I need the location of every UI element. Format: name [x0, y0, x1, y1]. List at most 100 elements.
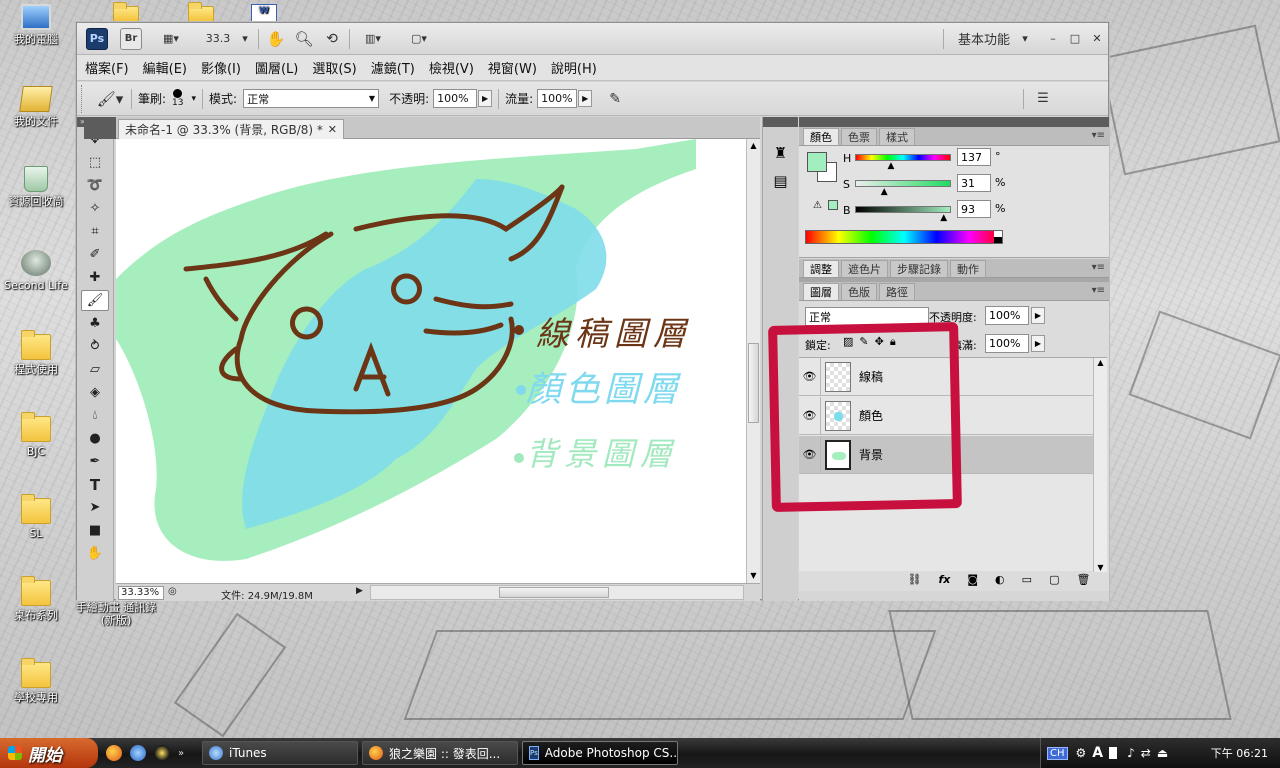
bridge-button[interactable]: Br — [120, 27, 142, 50]
hue-input[interactable]: 137 — [957, 148, 991, 166]
brush-panel-toggle-icon[interactable]: ☰ — [1030, 88, 1056, 110]
slider-thumb-icon[interactable]: ▲ — [881, 187, 888, 197]
desktop-icon-folder[interactable]: 學校專用 — [0, 658, 72, 704]
brush-preset-icon[interactable]: 🖌︎▾ — [95, 88, 125, 110]
tab-color[interactable]: 顏色 — [803, 128, 839, 145]
magic-wand-tool-icon[interactable]: ✧ — [81, 198, 109, 219]
rotate-view-icon[interactable]: ⟲ — [321, 28, 343, 50]
crop-tool-icon[interactable]: ⌗ — [81, 221, 109, 242]
menu-select[interactable]: 選取(S) — [312, 58, 356, 77]
menu-view[interactable]: 檢視(V) — [429, 58, 474, 77]
desktop-icon-folder[interactable]: SL — [0, 494, 72, 540]
zoom-tool-icon[interactable]: 🔍︎ — [293, 28, 315, 50]
brightness-input[interactable]: 93 — [957, 200, 991, 218]
lasso-tool-icon[interactable]: ➰ — [81, 175, 109, 196]
task-photoshop[interactable]: Ps Adobe Photoshop CS... — [522, 741, 678, 765]
tab-paths[interactable]: 路徑 — [879, 283, 915, 300]
ime-fullwidth-icon[interactable] — [1109, 747, 1118, 759]
panel-menu-icon[interactable]: ▾≡ — [1092, 285, 1105, 296]
scroll-down-icon[interactable]: ▼ — [1094, 563, 1107, 572]
qq-icon[interactable] — [154, 745, 170, 761]
menu-help[interactable]: 說明(H) — [551, 58, 597, 77]
chevron-down-icon[interactable]: ▾ — [192, 94, 197, 104]
menu-layer[interactable]: 圖層(L) — [255, 58, 298, 77]
arrange-documents-button[interactable]: ▥▾ — [356, 28, 390, 50]
tab-actions[interactable]: 動作 — [950, 260, 986, 277]
chevron-down-icon[interactable]: ▾ — [1018, 28, 1032, 50]
brush-tool-icon[interactable]: 🖌︎ — [81, 290, 109, 311]
scroll-down-icon[interactable]: ▼ — [747, 569, 760, 583]
layer-opacity-input[interactable]: 100% — [985, 306, 1029, 325]
tab-layers[interactable]: 圖層 — [803, 283, 839, 300]
desktop-icon-recycle-bin[interactable]: 資源回收筒 — [0, 166, 72, 208]
hue-slider[interactable] — [855, 154, 951, 161]
fill-slider-button[interactable]: ▶ — [1031, 335, 1045, 352]
clone-stamp-tool-icon[interactable]: ♣ — [81, 313, 109, 334]
adjustment-layer-icon[interactable]: ◐ — [995, 573, 1005, 586]
slider-thumb-icon[interactable]: ▲ — [888, 161, 895, 171]
panel-menu-icon[interactable]: ▾≡ — [1092, 130, 1105, 141]
eyedropper-tool-icon[interactable]: ✐ — [81, 244, 109, 265]
quick-launch-expand-icon[interactable]: » — [178, 748, 184, 759]
close-icon[interactable]: ✕ — [328, 123, 337, 136]
flow-input[interactable]: 100% — [537, 89, 578, 108]
ie-icon[interactable] — [130, 745, 146, 761]
scroll-thumb[interactable] — [499, 587, 609, 598]
minimize-icon[interactable]: – — [1042, 28, 1064, 50]
scroll-up-icon[interactable]: ▲ — [1094, 358, 1107, 367]
blur-tool-icon[interactable]: 💧︎ — [81, 405, 109, 426]
opacity-input[interactable]: 100% — [433, 89, 478, 108]
brush-presets-icon[interactable]: ▤ — [763, 167, 798, 195]
foreground-color-swatch[interactable] — [807, 152, 827, 172]
hand-tool-icon[interactable]: ✋ — [265, 28, 287, 50]
menu-image[interactable]: 影像(I) — [201, 58, 241, 77]
canvas[interactable]: 線稿圖層 顏色圖層 背景圖層 — [116, 139, 746, 583]
view-extras-button[interactable]: ▦▾ — [154, 28, 188, 50]
mode-select[interactable]: 正常 ▼ — [243, 89, 380, 108]
type-tool-icon[interactable]: T — [81, 474, 109, 495]
screen-mode-button[interactable]: ▢▾ — [402, 28, 436, 50]
add-mask-icon[interactable]: ◙ — [967, 573, 978, 586]
new-layer-icon[interactable]: ▢ — [1049, 573, 1059, 586]
dodge-tool-icon[interactable]: ● — [81, 428, 109, 449]
tab-channels[interactable]: 色版 — [841, 283, 877, 300]
shape-tool-icon[interactable]: ■ — [81, 520, 109, 541]
layers-scrollbar[interactable]: ▲ ▼ — [1093, 358, 1107, 572]
vertical-scrollbar[interactable]: ▲ ▼ — [746, 139, 760, 583]
ramp-black-swatch[interactable] — [994, 237, 1002, 243]
maximize-icon[interactable]: □ — [1064, 28, 1086, 50]
panel-menu-icon[interactable]: ▾≡ — [1092, 262, 1105, 273]
chevron-down-icon[interactable]: ▾ — [238, 28, 252, 50]
safely-remove-icon[interactable]: ⏏ — [1157, 746, 1168, 760]
status-info-icon[interactable]: ◎ — [168, 586, 177, 597]
paint-bucket-tool-icon[interactable]: ◈ — [81, 382, 109, 403]
zoom-status-field[interactable]: 33.33% — [118, 586, 164, 600]
brightness-slider[interactable] — [855, 206, 951, 213]
saturation-input[interactable]: 31 — [957, 174, 991, 192]
flow-slider-button[interactable]: ▶ — [578, 90, 593, 107]
saturation-slider[interactable] — [855, 180, 951, 187]
tab-adjustments[interactable]: 調整 — [803, 260, 839, 277]
task-firefox[interactable]: 狼之樂園 :: 發表回... — [362, 741, 518, 765]
brush-size-picker[interactable]: 13 — [172, 89, 184, 108]
tab-masks[interactable]: 遮色片 — [841, 260, 888, 277]
desktop-icon-my-documents[interactable]: 我的文件 — [0, 86, 72, 128]
airbrush-icon[interactable]: ✎ — [602, 88, 628, 110]
workspace-switcher[interactable]: 基本功能 — [950, 28, 1018, 50]
menu-file[interactable]: 檔案(F) — [85, 58, 129, 77]
desktop-icon-folder[interactable]: 桌布系列 — [0, 576, 72, 622]
clone-source-icon[interactable]: ♜ — [763, 139, 798, 167]
link-layers-icon[interactable]: ⛓ — [908, 573, 922, 586]
language-indicator[interactable]: CH — [1047, 746, 1068, 760]
eraser-tool-icon[interactable]: ▱ — [81, 359, 109, 380]
history-brush-tool-icon[interactable]: ⥁ — [81, 336, 109, 357]
tab-history[interactable]: 步驟記錄 — [890, 260, 948, 277]
network-icon[interactable]: ⇄ — [1141, 746, 1151, 760]
layer-opacity-slider-button[interactable]: ▶ — [1031, 307, 1045, 324]
desktop-icon-folder[interactable]: BJC — [0, 412, 72, 458]
desktop-icon-folder[interactable]: 程式使用 — [0, 330, 72, 376]
path-selection-tool-icon[interactable]: ➤ — [81, 497, 109, 518]
document-tab[interactable]: 未命名-1 @ 33.3% (背景, RGB/8) * ✕ — [118, 119, 344, 139]
delete-layer-icon[interactable]: 🗑︎ — [1076, 573, 1090, 586]
menu-edit[interactable]: 編輯(E) — [143, 58, 187, 77]
